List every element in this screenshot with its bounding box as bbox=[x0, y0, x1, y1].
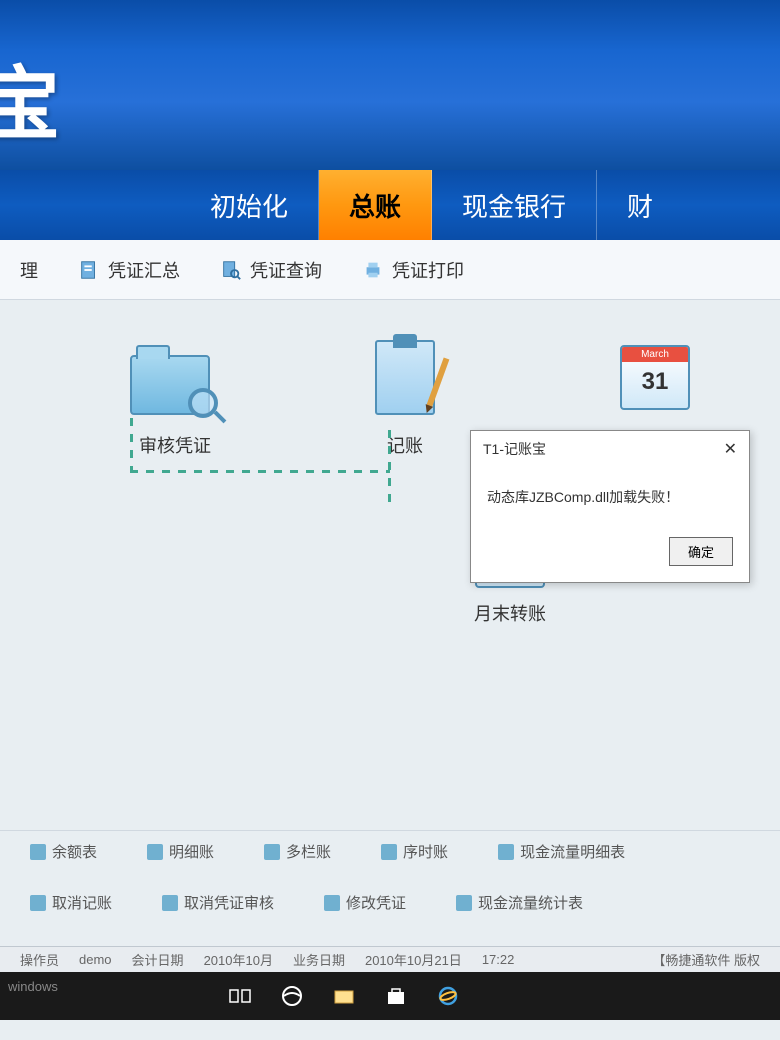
link-cancel-post[interactable]: 取消记账 bbox=[30, 892, 112, 913]
windows-taskbar bbox=[0, 972, 780, 1020]
search-document-icon bbox=[220, 259, 242, 281]
store-icon[interactable] bbox=[376, 976, 416, 1016]
toolbar-voucher-query[interactable]: 凭证查询 bbox=[220, 257, 322, 283]
nav-finance[interactable]: 财 bbox=[597, 170, 683, 240]
error-dialog: T1-记账宝 ✕ 动态库JZBComp.dll加载失败！ 确定 bbox=[470, 430, 750, 583]
report-links: 余额表 明细账 多栏账 序时账 现金流量明细表 取消记账 取消凭证审核 修改凭证… bbox=[0, 830, 780, 923]
status-biz-date: 2010年10月21日 bbox=[365, 950, 462, 969]
action-icon bbox=[162, 895, 178, 911]
report-icon bbox=[381, 844, 397, 860]
nav-init[interactable]: 初始化 bbox=[180, 170, 319, 240]
link-detail-ledger[interactable]: 明细账 bbox=[147, 841, 214, 862]
link-multi-column[interactable]: 多栏账 bbox=[264, 841, 331, 862]
status-account-date-label: 会计日期 bbox=[132, 950, 184, 969]
nav-general-ledger[interactable]: 总账 bbox=[319, 170, 432, 240]
activation-watermark: windows bbox=[8, 979, 58, 994]
flow-line bbox=[130, 470, 390, 473]
report-icon bbox=[147, 844, 163, 860]
status-operator: demo bbox=[79, 952, 112, 967]
report-icon bbox=[264, 844, 280, 860]
document-icon bbox=[78, 259, 100, 281]
workflow-calendar-right[interactable]: March 31 bbox=[610, 340, 700, 432]
action-icon bbox=[30, 895, 46, 911]
nav-cash-bank[interactable]: 现金银行 bbox=[432, 170, 597, 240]
sub-toolbar: 理 凭证汇总 凭证查询 凭证打印 bbox=[0, 240, 780, 300]
taskview-icon[interactable] bbox=[220, 976, 260, 1016]
app-logo-text: 宝 bbox=[0, 40, 60, 156]
status-time: 17:22 bbox=[482, 952, 515, 967]
app-header: 宝 bbox=[0, 0, 780, 170]
clipboard-edit-icon bbox=[360, 340, 450, 420]
flow-line bbox=[388, 430, 391, 510]
folder-search-icon bbox=[130, 340, 220, 420]
status-copyright: 【畅捷通软件 版权 bbox=[652, 950, 760, 969]
explorer-icon[interactable] bbox=[324, 976, 364, 1016]
close-icon[interactable]: ✕ bbox=[724, 439, 737, 459]
status-biz-date-label: 业务日期 bbox=[293, 950, 345, 969]
workflow-post-account[interactable]: 记账 bbox=[360, 340, 450, 458]
toolbar-voucher-print[interactable]: 凭证打印 bbox=[362, 257, 464, 283]
toolbar-manage[interactable]: 理 bbox=[20, 257, 38, 283]
edge-icon[interactable] bbox=[272, 976, 312, 1016]
status-bar: 操作员 demo 会计日期 2010年10月 业务日期 2010年10月21日 … bbox=[0, 946, 780, 972]
ok-button[interactable]: 确定 bbox=[669, 537, 733, 566]
report-icon bbox=[456, 895, 472, 911]
print-icon bbox=[362, 259, 384, 281]
calendar-icon: March 31 bbox=[610, 340, 700, 420]
status-operator-label: 操作员 bbox=[20, 950, 59, 969]
workflow-audit-voucher[interactable]: 审核凭证 bbox=[130, 340, 220, 458]
link-cashflow-detail[interactable]: 现金流量明细表 bbox=[498, 841, 625, 862]
report-icon bbox=[30, 844, 46, 860]
status-account-date: 2010年10月 bbox=[204, 950, 273, 969]
dialog-title-text: T1-记账宝 bbox=[483, 439, 546, 459]
link-journal[interactable]: 序时账 bbox=[381, 841, 448, 862]
link-cancel-audit[interactable]: 取消凭证审核 bbox=[162, 892, 274, 913]
dialog-titlebar: T1-记账宝 ✕ bbox=[471, 431, 749, 467]
ie-icon[interactable] bbox=[428, 976, 468, 1016]
main-nav: 初始化 总账 现金银行 财 bbox=[0, 170, 780, 240]
toolbar-voucher-summary[interactable]: 凭证汇总 bbox=[78, 257, 180, 283]
dialog-message: 动态库JZBComp.dll加载失败！ bbox=[471, 467, 749, 527]
action-icon bbox=[324, 895, 340, 911]
link-cashflow-stats[interactable]: 现金流量统计表 bbox=[456, 892, 583, 913]
report-icon bbox=[498, 844, 514, 860]
link-balance-sheet[interactable]: 余额表 bbox=[30, 841, 97, 862]
link-modify-voucher[interactable]: 修改凭证 bbox=[324, 892, 406, 913]
